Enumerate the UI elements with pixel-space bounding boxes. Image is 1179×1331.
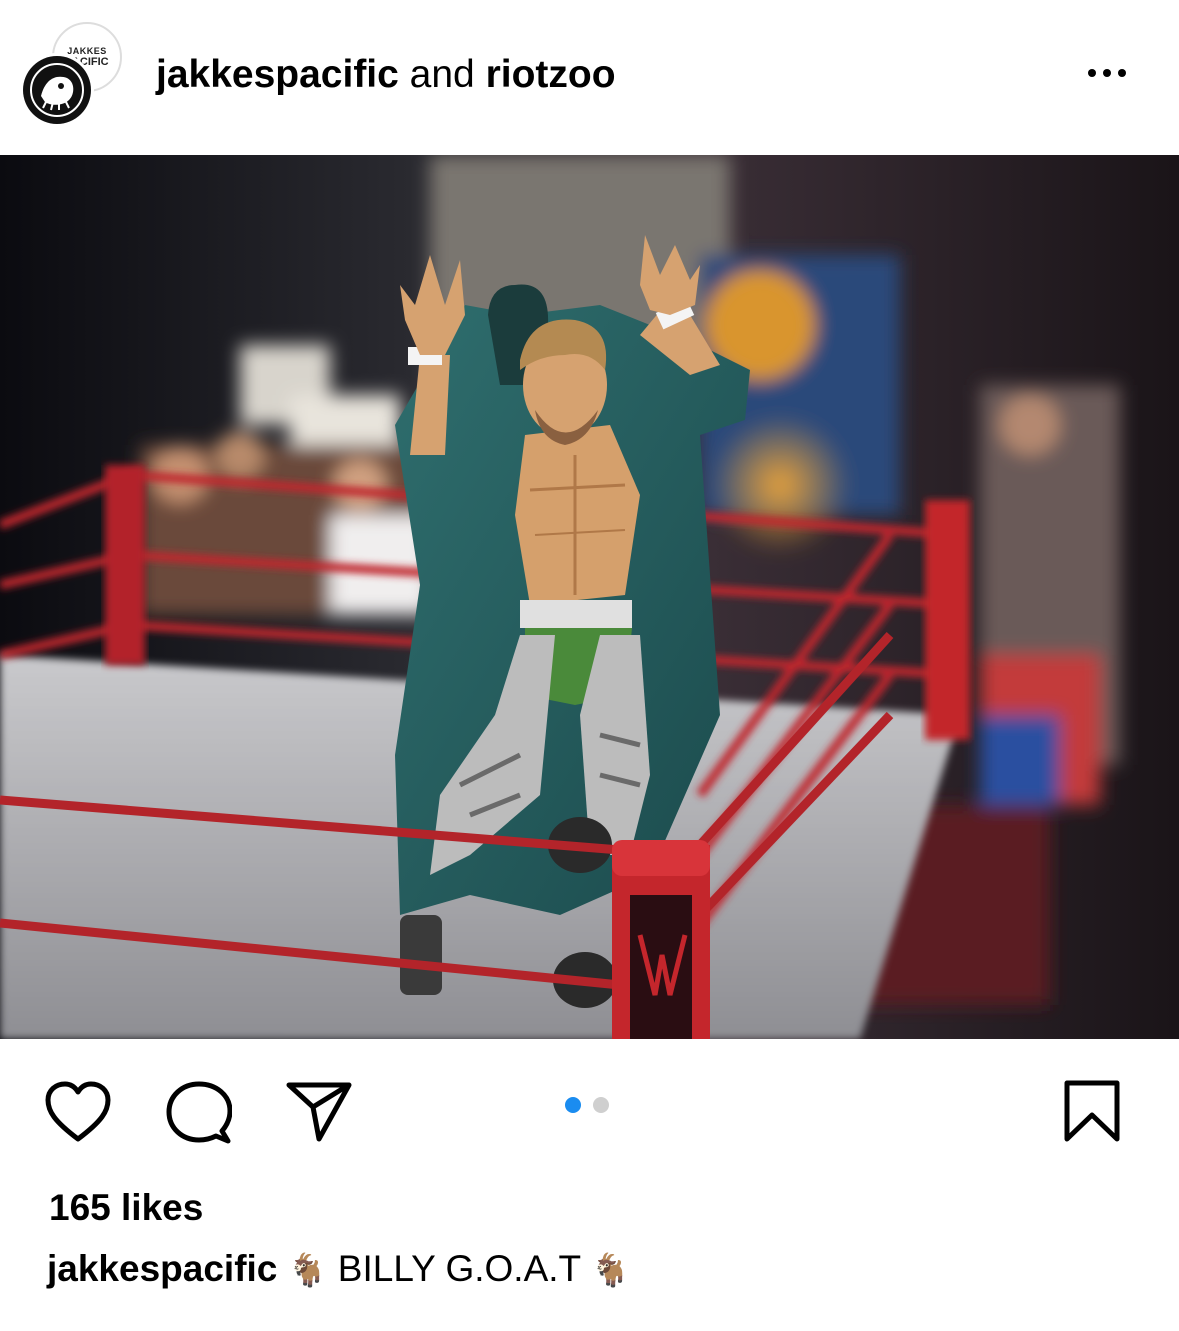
carousel-dot-2[interactable]: [593, 1097, 609, 1113]
post-photo[interactable]: [0, 155, 1179, 1039]
caption-username-link[interactable]: jakkespacific: [47, 1248, 277, 1289]
carousel-dot-1[interactable]: [565, 1097, 581, 1113]
avatar-brand-top: JAKKES: [67, 46, 107, 56]
goat-emoji-1: 🐐: [287, 1251, 328, 1289]
heart-icon[interactable]: [44, 1081, 112, 1148]
author-primary-link[interactable]: jakkespacific: [156, 53, 399, 96]
post-header: JAKKES PACIFIC jakkespacific and riotzoo: [0, 0, 1179, 155]
riotzoo-avatar[interactable]: [20, 53, 94, 127]
carousel-indicator: [565, 1097, 609, 1113]
comment-bubble-icon[interactable]: [166, 1081, 233, 1150]
paper-plane-icon[interactable]: [286, 1081, 352, 1148]
collab-avatars[interactable]: JAKKES PACIFIC: [20, 22, 124, 127]
post-caption: jakkespacific 🐐 BILLY G.O.A.T 🐐: [47, 1246, 631, 1293]
wrestling-figure-photo: [0, 155, 1179, 1039]
riotzoo-logo-icon: [30, 63, 84, 117]
bookmark-icon[interactable]: [1063, 1079, 1121, 1148]
author-joiner: and: [398, 53, 486, 96]
more-horizontal-icon[interactable]: [1088, 64, 1138, 82]
likes-count[interactable]: 165 likes: [49, 1186, 203, 1230]
post-authors: jakkespacific and riotzoo: [156, 52, 616, 98]
goat-emoji-2: 🐐: [590, 1251, 631, 1289]
author-secondary-link[interactable]: riotzoo: [486, 53, 616, 96]
caption-text: BILLY G.O.A.T: [337, 1248, 581, 1289]
